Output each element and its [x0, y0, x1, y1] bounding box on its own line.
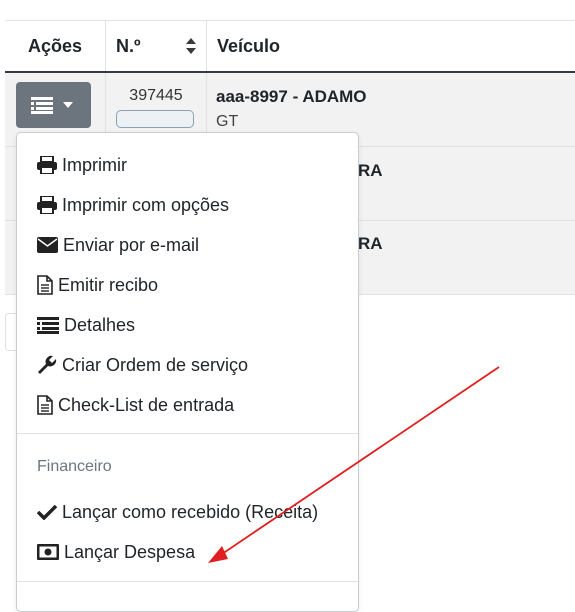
- vehicle-title[interactable]: aaa-8997 - ADAMO: [216, 87, 367, 107]
- printer-icon: [37, 196, 57, 214]
- check-icon: [37, 504, 57, 520]
- actions-dropdown-menu: Imprimir Imprimir com opções Enviar por …: [16, 132, 359, 612]
- menu-item-imprimir-com-opcoes[interactable]: Imprimir com opções: [37, 191, 229, 219]
- pagination-control[interactable]: [5, 313, 16, 351]
- money-bill-icon: [37, 544, 59, 560]
- vehicle-model: GT: [216, 113, 238, 131]
- menu-item-label: Lançar como recebido (Receita): [62, 502, 318, 523]
- column-header-numero[interactable]: N.º: [106, 21, 207, 73]
- menu-item-label: Imprimir com opções: [62, 195, 229, 216]
- menu-item-label: Emitir recibo: [58, 275, 158, 296]
- menu-item-enviar-email[interactable]: Enviar por e-mail: [37, 231, 199, 259]
- list-icon: [31, 97, 53, 114]
- column-header-veiculo: Veículo: [207, 21, 575, 73]
- menu-item-imprimir[interactable]: Imprimir: [37, 151, 127, 179]
- column-header-numero-label: N.º: [116, 36, 141, 56]
- list-detail-icon: [37, 317, 59, 334]
- menu-item-lancar-despesa[interactable]: Lançar Despesa: [37, 538, 195, 566]
- menu-item-label: Detalhes: [64, 315, 135, 336]
- menu-item-lancar-recebido[interactable]: Lançar como recebido (Receita): [37, 498, 318, 526]
- menu-item-label: Check-List de entrada: [58, 395, 234, 416]
- column-header-acoes: Ações: [5, 21, 106, 73]
- sort-icon[interactable]: [186, 38, 196, 54]
- file-text-icon: [37, 395, 53, 415]
- menu-item-label: Imprimir: [62, 155, 127, 176]
- actions-dropdown-button[interactable]: [16, 82, 91, 128]
- menu-divider: [17, 433, 358, 434]
- printer-icon: [37, 156, 57, 174]
- menu-divider: [17, 581, 358, 582]
- menu-item-emitir-recibo[interactable]: Emitir recibo: [37, 271, 158, 299]
- status-badge: [116, 110, 194, 128]
- menu-item-label: Criar Ordem de serviço: [62, 355, 248, 376]
- vehicle-title: RA: [358, 161, 383, 181]
- caret-down-icon: [63, 102, 73, 108]
- menu-item-label: Enviar por e-mail: [63, 235, 199, 256]
- menu-item-detalhes[interactable]: Detalhes: [37, 311, 135, 339]
- menu-section-header: Financeiro: [37, 458, 112, 476]
- menu-item-label: Lançar Despesa: [64, 542, 195, 563]
- wrench-icon: [37, 355, 57, 375]
- vehicle-title: RA: [358, 234, 383, 254]
- menu-item-check-list-entrada[interactable]: Check-List de entrada: [37, 391, 234, 419]
- envelope-icon: [37, 237, 58, 253]
- table-header-row: Ações N.º Veículo: [5, 21, 575, 73]
- order-number: 397445: [106, 87, 206, 105]
- file-text-icon: [37, 275, 53, 295]
- menu-item-criar-ordem-servico[interactable]: Criar Ordem de serviço: [37, 351, 248, 379]
